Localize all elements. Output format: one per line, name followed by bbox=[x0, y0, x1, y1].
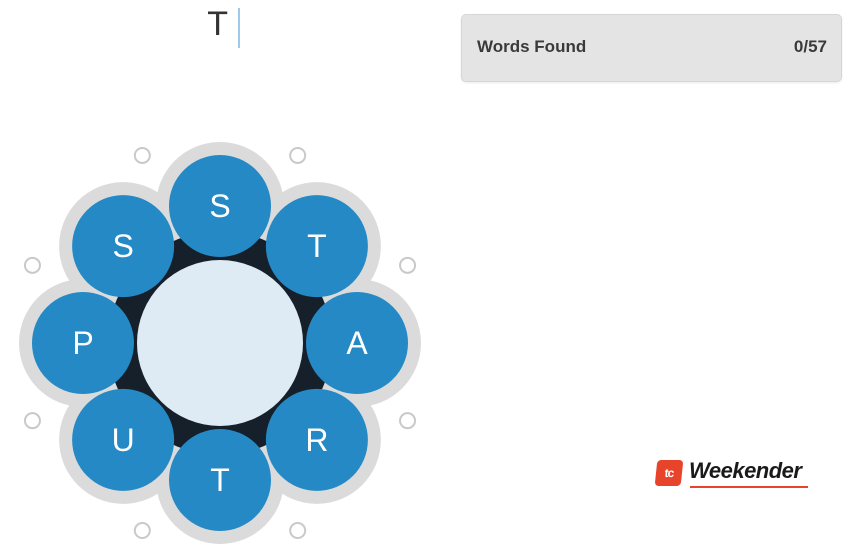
logo-wordmark: Weekender bbox=[689, 458, 802, 483]
letter-tile-label: T bbox=[307, 228, 327, 264]
letter-tile-r-3[interactable]: R bbox=[265, 388, 368, 491]
letter-tile-label: A bbox=[346, 325, 368, 361]
letter-tile-t-1[interactable]: T bbox=[265, 195, 368, 298]
letter-tile-p-6[interactable]: P bbox=[32, 292, 134, 394]
weekender-logo: tc Weekender bbox=[654, 456, 816, 490]
center-tile-group bbox=[137, 260, 303, 426]
decor-dot-1 bbox=[289, 146, 307, 164]
tc-logo-icon: tc bbox=[654, 460, 684, 486]
board-svg: S T A R T U P S bbox=[19, 142, 421, 544]
letter-tile-u-5[interactable]: U bbox=[72, 388, 175, 491]
letter-tile-label: T bbox=[210, 462, 230, 498]
decor-dot-4 bbox=[289, 522, 307, 540]
letter-tile-label: U bbox=[112, 422, 135, 458]
letter-tile-a-2[interactable]: A bbox=[306, 292, 408, 394]
decor-dot-3 bbox=[399, 412, 417, 430]
decor-dot-0 bbox=[133, 146, 151, 164]
logo-underline bbox=[690, 486, 808, 488]
letter-board: S T A R T U P S bbox=[0, 0, 440, 548]
center-tile[interactable] bbox=[137, 260, 303, 426]
words-found-bar[interactable]: Words Found 0/57 bbox=[461, 14, 842, 82]
words-found-count: 0/57 bbox=[793, 37, 827, 56]
decor-dot-6 bbox=[23, 412, 41, 430]
decor-dot-2 bbox=[399, 256, 417, 274]
letter-tile-label: S bbox=[112, 228, 133, 264]
decor-dot-5 bbox=[133, 522, 151, 540]
letter-tile-label: R bbox=[305, 422, 328, 458]
letter-tile-t-4[interactable]: T bbox=[169, 429, 271, 531]
words-found-label: Words Found bbox=[477, 37, 587, 56]
letter-tile-label: P bbox=[72, 325, 93, 361]
decor-dot-7 bbox=[23, 256, 41, 274]
letter-tile-s-7[interactable]: S bbox=[72, 195, 175, 298]
letter-tile-label: S bbox=[209, 188, 230, 224]
letter-tile-s-0[interactable]: S bbox=[169, 155, 271, 257]
